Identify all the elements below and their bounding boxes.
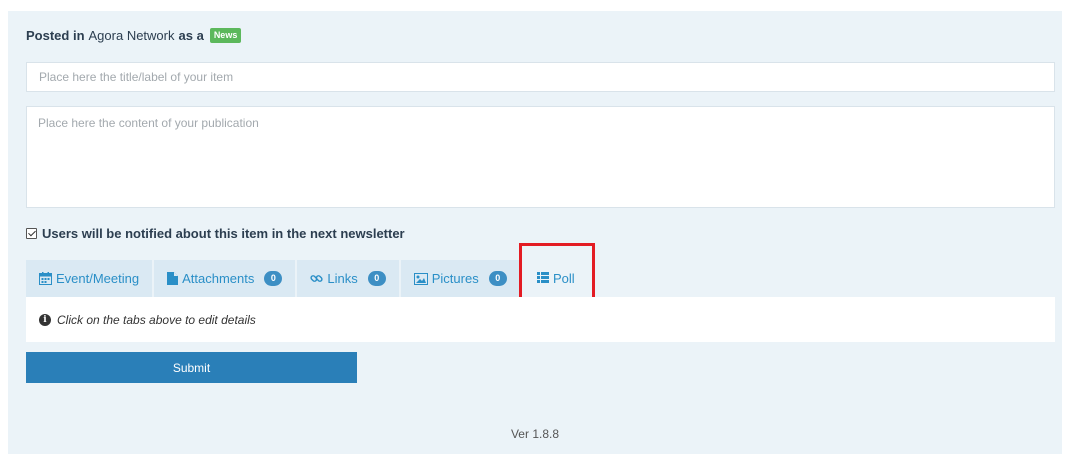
calendar-icon [39,272,52,285]
content-textarea[interactable] [26,106,1055,208]
posted-in-label: Posted in [26,28,85,43]
tab-label: Poll [553,271,575,286]
links-count-badge: 0 [367,271,386,286]
link-icon [310,272,323,285]
network-name: Agora Network [88,28,175,43]
newsletter-notify-row[interactable]: Users will be notified about this item i… [26,226,405,241]
checkbox-checked-icon[interactable] [26,228,37,239]
publication-form-panel: Posted in Agora Network as a News Users … [8,11,1062,454]
info-message: Click on the tabs above to edit details [57,312,256,327]
tab-event-meeting[interactable]: Event/Meeting [26,260,153,297]
submit-button[interactable]: Submit [26,352,357,383]
newsletter-notify-label: Users will be notified about this item i… [42,226,405,241]
title-input[interactable] [26,62,1055,92]
item-type-badge: News [209,28,242,43]
as-a-label: as a [178,28,204,43]
list-icon [537,271,549,286]
tab-pictures[interactable]: Pictures 0 [400,260,520,297]
pictures-count-badge: 0 [488,271,507,286]
tab-details-info: i Click on the tabs above to edit detail… [26,297,1055,342]
file-icon [167,272,179,285]
tab-attachments[interactable]: Attachments 0 [154,260,296,297]
tab-label: Event/Meeting [56,271,140,286]
detail-tabs: Event/Meeting Attachments 0 Links 0 Pict… [26,260,520,297]
tab-label: Attachments [182,271,255,286]
posted-in-line: Posted in Agora Network as a News [26,28,242,43]
app-version: Ver 1.8.8 [510,427,560,441]
tab-links[interactable]: Links 0 [297,260,399,297]
image-icon [413,272,428,285]
attachments-count-badge: 0 [264,271,283,286]
tab-label: Pictures [431,271,479,286]
info-icon: i [39,313,51,326]
tab-label: Links [327,271,358,286]
tab-poll[interactable]: Poll [519,243,595,304]
